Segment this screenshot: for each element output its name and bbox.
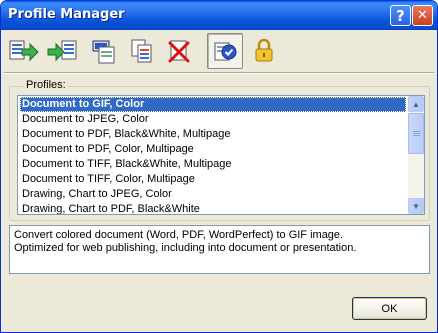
profiles-list: Document to GIF, Color Document to JPEG, … [20,97,406,214]
thumb-grip [413,133,420,134]
scroll-down-button[interactable]: ▼ [408,198,424,214]
delete-profile-button[interactable] [162,33,198,69]
chevron-up-icon: ▲ [412,99,420,109]
profiles-listbox[interactable]: Document to GIF, Color Document to JPEG, … [17,95,425,215]
toolbar-separator [4,72,434,74]
profile-manager-window: Profile Manager ? ✕ Profiles: Document t… [0,0,438,333]
window-title: Profile Manager [8,7,125,22]
thumb-grip [413,135,420,136]
lock-profile-button[interactable] [246,33,282,69]
help-button[interactable]: ? [390,5,411,26]
title-bar[interactable]: Profile Manager ? ✕ [1,1,437,30]
profile-list-item[interactable]: Document to PDF, Black&White, Multipage [20,127,406,142]
thumb-grip [413,131,420,132]
profile-list-item[interactable]: Document to JPEG, Color [20,112,406,127]
profile-list-item[interactable]: Document to PDF, Color, Multipage [20,142,406,157]
chevron-down-icon: ▼ [412,201,420,211]
ok-button[interactable]: OK [352,297,427,320]
profile-list-item[interactable]: Document to GIF, Color [20,97,406,112]
profile-list-item[interactable]: Drawing, Chart to PDF, Black&White [20,202,406,214]
lock-profile-icon [255,38,273,62]
description-line-2: Optimized for web publishing, including … [14,242,357,254]
set-default-profile-button[interactable] [207,33,243,69]
toolbar [4,30,434,72]
profile-list-item[interactable]: Document to TIFF, Color, Multipage [20,172,406,187]
profiles-label: Profiles: [24,79,68,91]
import-profile-button[interactable] [6,33,42,69]
copy-profile-icon [131,39,152,63]
profile-list-item[interactable]: Drawing, Chart to JPEG, Color [20,187,406,202]
profile-description: Convert colored document (Word, PDF, Wor… [9,225,430,274]
close-button[interactable]: ✕ [412,5,433,26]
profile-list-item[interactable]: Document to TIFF, Black&White, Multipage [20,157,406,172]
import-profile-icon [9,40,39,62]
help-icon: ? [396,6,405,25]
export-profile-icon [47,40,77,62]
description-line-1: Convert colored document (Word, PDF, Wor… [14,229,344,241]
scroll-up-button[interactable]: ▲ [408,96,424,112]
scroll-thumb[interactable] [408,113,424,154]
delete-profile-icon [168,40,190,63]
set-default-profile-icon [214,42,237,61]
vertical-scrollbar[interactable]: ▲ ▼ [408,96,424,214]
copy-profile-button[interactable] [124,33,160,69]
export-profile-button[interactable] [44,33,80,69]
new-profile-button[interactable] [86,33,122,69]
close-icon: ✕ [417,8,428,23]
new-profile-icon [92,40,115,64]
